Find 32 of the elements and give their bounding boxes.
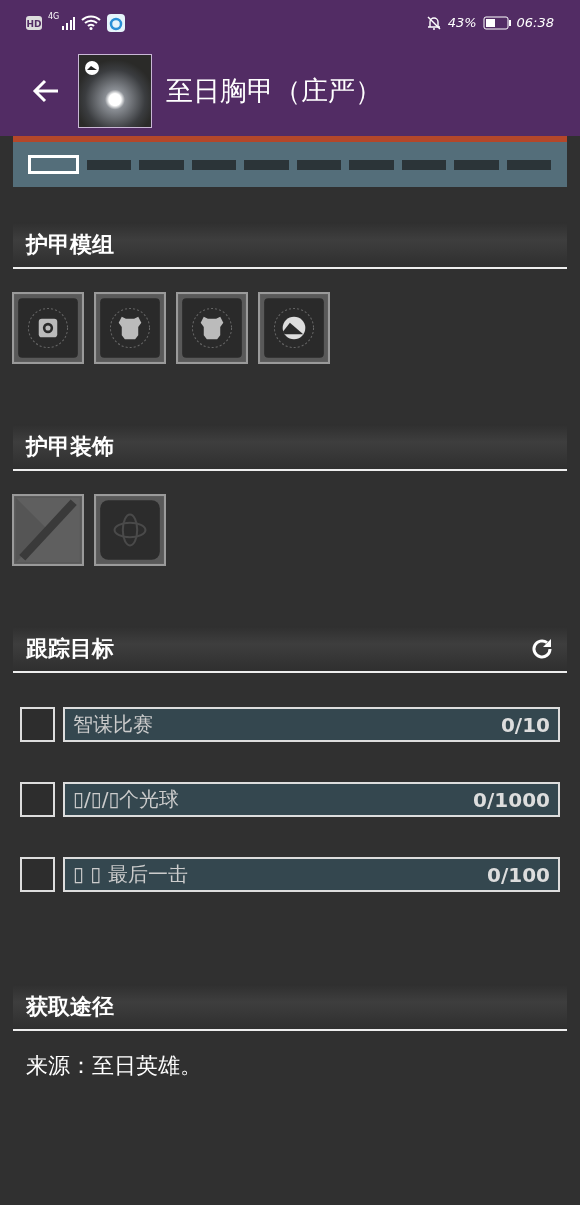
vest-socket-icon[interactable] [94, 292, 166, 364]
app-icon [107, 13, 126, 32]
section-title: 护甲模组 [26, 230, 115, 259]
knot-ornament-icon[interactable] [94, 494, 166, 566]
source-text: 来源：至日英雄。 [26, 1052, 203, 1080]
progress-count: 0/10 [500, 712, 550, 737]
hd-icon: HD [26, 15, 42, 30]
network-type: 4G [48, 12, 60, 21]
section-title: 护甲装饰 [26, 432, 115, 461]
gear-socket-icon[interactable] [12, 292, 84, 364]
clock: 06:38 [516, 15, 554, 30]
objective-checkbox[interactable] [20, 782, 55, 817]
battery-percent: 43% [447, 15, 477, 30]
back-arrow-icon [32, 77, 60, 104]
progress-count: 0/1000 [473, 787, 550, 812]
objective-label: 智谋比赛 [73, 711, 154, 738]
objective-checkbox[interactable] [20, 857, 55, 892]
progress-count: 0/100 [487, 862, 550, 887]
empty-ornament-icon[interactable] [12, 494, 84, 566]
section-title: 跟踪目标 [26, 634, 115, 663]
objective-label: ▯ ▯ 最后一击 [73, 861, 189, 888]
section-title: 获取途径 [26, 992, 115, 1021]
battery-icon [482, 15, 511, 30]
mountain-socket-icon[interactable] [258, 292, 330, 364]
muted-bell-icon [425, 14, 442, 31]
objective-checkbox[interactable] [20, 707, 55, 742]
item-title: 至日胸甲（庄严） [166, 73, 382, 108]
wifi-icon [81, 15, 102, 30]
objective-label: ▯/▯/▯个光球 [73, 786, 181, 813]
element-icon [85, 60, 99, 75]
vest-socket-icon[interactable] [176, 292, 248, 364]
signal-icon [61, 15, 76, 30]
